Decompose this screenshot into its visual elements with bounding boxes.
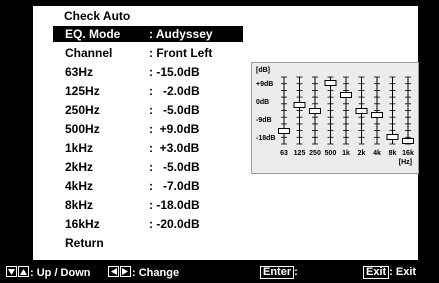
menu-row-return[interactable]: Return: [53, 235, 223, 251]
menu-row-4khz[interactable]: 4kHz : -7.0dB: [53, 178, 223, 194]
exit-hint: Exit: Exit: [363, 266, 416, 279]
down-arrow-icon: [6, 266, 17, 277]
x-tick-label: 63: [280, 150, 288, 157]
change-label: : Change: [132, 267, 180, 279]
menu-row-label: 8kHz: [65, 198, 94, 212]
menu-row-label: Channel: [65, 46, 113, 60]
menu-row-eq-mode[interactable]: EQ. Mode : Audyssey: [53, 26, 243, 42]
menu-row-value: : -2.0dB: [149, 84, 200, 98]
menu-row-channel[interactable]: Channel : Front Left: [53, 45, 223, 61]
eq-band-slider: [309, 108, 321, 114]
menu-row-250hz[interactable]: 250Hz : -5.0dB: [53, 102, 223, 118]
menu-row-500hz[interactable]: 500Hz : +9.0dB: [53, 121, 223, 137]
menu-row-label: 250Hz: [65, 103, 100, 117]
exit-label: : Exit: [389, 266, 417, 278]
menu-row-value: : Front Left: [149, 46, 213, 60]
x-unit-label: [Hz]: [399, 159, 412, 166]
eq-band-slider: [293, 102, 306, 108]
menu-row-label: 63Hz: [65, 65, 94, 79]
menu-row-2khz[interactable]: 2kHz : -5.0dB: [53, 159, 223, 175]
x-tick-label: 2k: [358, 150, 366, 157]
menu-row-1khz[interactable]: 1kHz : +3.0dB: [53, 140, 223, 156]
menu-row-16khz[interactable]: 16kHz : -20.0dB: [53, 216, 223, 232]
menu-row-value: : -7.0dB: [149, 179, 200, 193]
menu-row-label: 1kHz: [65, 141, 94, 155]
eq-band-slider: [340, 92, 352, 98]
enter-label: :: [294, 266, 298, 278]
x-tick-label: 250: [309, 150, 321, 157]
menu-row-63hz[interactable]: 63Hz : -15.0dB: [53, 64, 223, 80]
menu-row-value: : -15.0dB: [149, 65, 200, 79]
menu-title: Check Auto: [64, 9, 131, 23]
menu-row-value: : -5.0dB: [149, 160, 200, 174]
y-tick-label: -18dB: [256, 135, 275, 142]
menu-row-label: 500Hz: [65, 122, 100, 136]
menu-row-8khz[interactable]: 8kHz : -18.0dB: [53, 197, 223, 213]
left-arrow-icon: [108, 266, 119, 277]
eq-band-slider: [324, 80, 337, 86]
exit-key: Exit: [363, 266, 390, 279]
menu-row-value: : +9.0dB: [149, 122, 200, 136]
y-unit-label: [dB]: [256, 67, 270, 74]
x-tick-label: 1k: [342, 150, 350, 157]
enter-key: Enter: [260, 266, 295, 279]
menu-row-label: 4kHz: [65, 179, 94, 193]
menu-row-value: : -18.0dB: [149, 198, 200, 212]
y-tick-label: +9dB: [256, 81, 273, 88]
menu-row-label: 2kHz: [65, 160, 94, 174]
updown-hint: : Up / Down: [6, 266, 91, 279]
y-tick-label: 0dB: [256, 99, 269, 106]
eq-band-slider: [355, 108, 368, 114]
menu-row-label: EQ. Mode: [65, 27, 121, 41]
menu-row-125hz[interactable]: 125Hz : -2.0dB: [53, 83, 223, 99]
eq-graph: [dB] +9dB 0dB -9dB -18dB 63 125 250 500 1k 2k 4k 8k 1…: [251, 62, 419, 174]
eq-graph-svg: [dB] +9dB 0dB -9dB -18dB 63 125 250 500 1k 2k 4k 8k 1…: [256, 67, 414, 166]
enter-hint: Enter:: [260, 266, 298, 279]
right-arrow-icon: [120, 266, 131, 277]
x-tick-label: 125: [294, 150, 306, 157]
y-tick-label: -9dB: [256, 117, 272, 124]
menu-row-value: : -20.0dB: [149, 217, 200, 231]
x-tick-label: 16k: [402, 150, 414, 157]
change-hint: : Change: [108, 266, 179, 279]
x-tick-label: 500: [325, 150, 337, 157]
menu-row-label: 16kHz: [65, 217, 100, 231]
menu-row-value: : Audyssey: [149, 27, 213, 41]
eq-band-slider: [278, 128, 290, 134]
up-arrow-icon: [18, 266, 29, 277]
x-tick-label: 4k: [373, 150, 381, 157]
menu-row-label: Return: [65, 236, 104, 250]
eq-band-slider: [402, 138, 414, 144]
menu-row-label: 125Hz: [65, 84, 100, 98]
footer-bar: : Up / Down : Change Enter: Exit: Exit: [0, 262, 439, 283]
eq-band-slider: [371, 112, 383, 118]
updown-label: : Up / Down: [30, 267, 91, 279]
menu-row-value: : +3.0dB: [149, 141, 200, 155]
x-tick-label: 8k: [389, 150, 397, 157]
menu-row-value: : -5.0dB: [149, 103, 200, 117]
eq-band-slider: [386, 134, 399, 140]
